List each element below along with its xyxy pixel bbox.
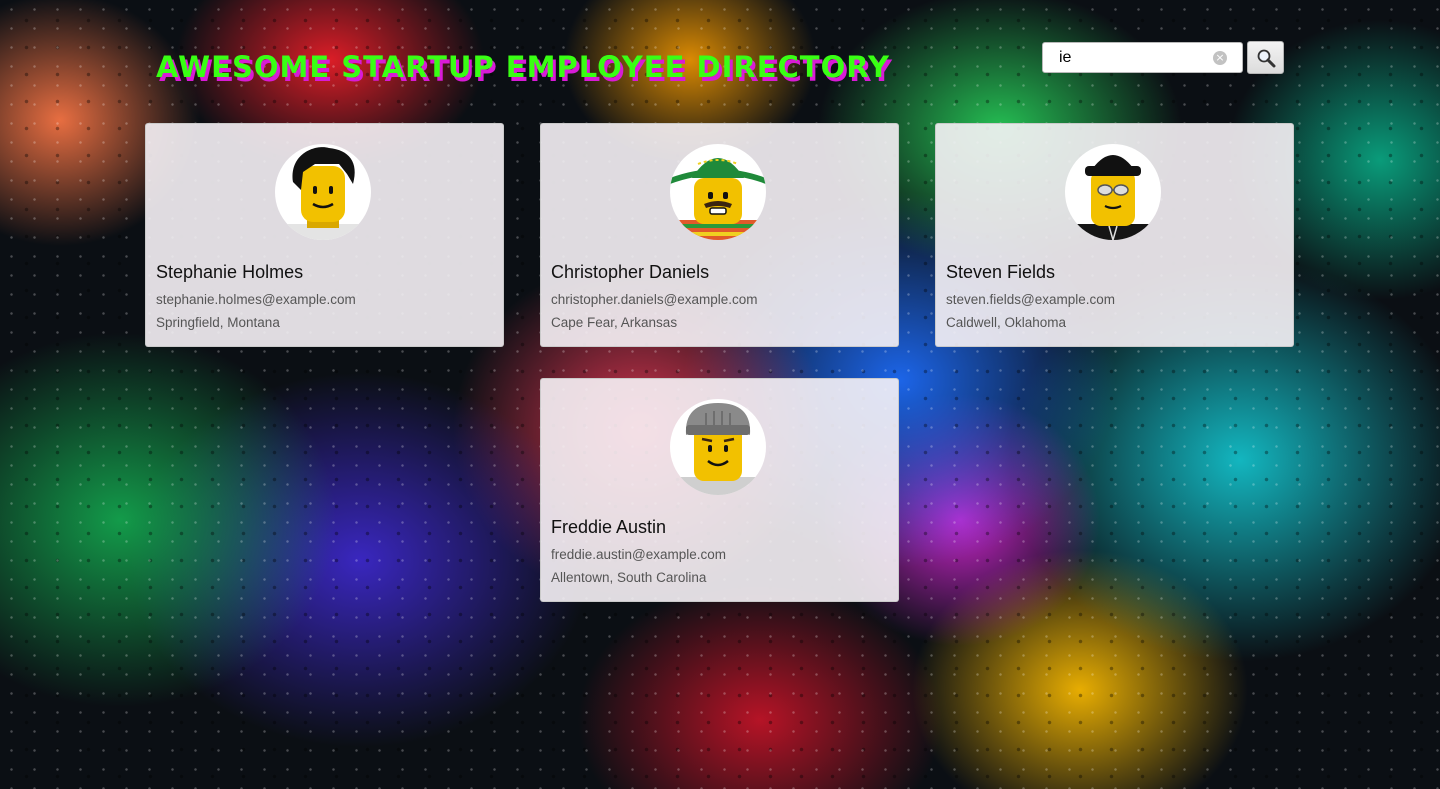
search-form: × [1042, 41, 1284, 74]
employee-name: Stephanie Holmes [156, 262, 304, 282]
employee-email: freddie.austin@example.com [551, 547, 727, 562]
employee-name: Christopher Daniels [551, 262, 710, 282]
employee-email: christopher.daniels@example.com [551, 292, 758, 307]
employee-card[interactable]: Freddie Austin freddie.austin@example.co… [540, 378, 899, 602]
avatar [1065, 144, 1161, 240]
employee-location: Allentown, South Carolina [551, 570, 707, 585]
employee-location: Caldwell, Oklahoma [946, 315, 1067, 330]
employee-card[interactable]: Christopher Daniels christopher.daniels@… [540, 123, 899, 347]
employee-card[interactable]: Stephanie Holmes stephanie.holmes@exampl… [145, 123, 504, 347]
lego-minifigure-sombrero-icon [670, 158, 766, 240]
search-icon [1257, 49, 1275, 67]
avatar [670, 144, 766, 240]
employee-card[interactable]: Steven Fields steven.fields@example.com … [935, 123, 1294, 347]
clear-circle-icon[interactable]: × [1213, 51, 1227, 65]
employee-email: stephanie.holmes@example.com [156, 292, 356, 307]
avatar [670, 399, 766, 495]
avatar [275, 144, 371, 240]
employee-email: steven.fields@example.com [946, 292, 1116, 307]
page-title: AWESOME STARTUP EMPLOYEE DIRECTORY [156, 50, 890, 84]
lego-minifigure-grey-beanie-icon [670, 403, 766, 495]
lego-minifigure-black-hair-icon [275, 147, 371, 240]
employee-name: Freddie Austin [551, 517, 667, 537]
employee-name: Steven Fields [946, 262, 1056, 282]
search-button[interactable] [1247, 41, 1284, 74]
lego-minifigure-black-cap-glasses-icon [1075, 155, 1151, 240]
search-input[interactable] [1043, 43, 1213, 72]
employee-location: Cape Fear, Arkansas [551, 315, 678, 330]
employee-location: Springfield, Montana [156, 315, 280, 330]
search-box: × [1042, 42, 1243, 73]
